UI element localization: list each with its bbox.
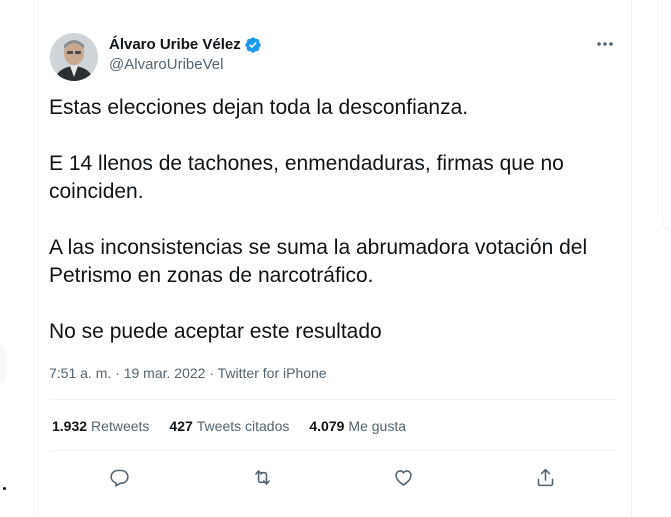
likes-label: Me gusta xyxy=(348,418,407,434)
like-icon xyxy=(394,469,412,486)
sidebar-panel-edge xyxy=(662,0,671,231)
author-name-text: Álvaro Uribe Vélez xyxy=(109,36,241,53)
share-button[interactable] xyxy=(528,460,562,494)
likes-stat[interactable]: 4.079 Me gusta xyxy=(309,417,406,435)
retweets-label: Retweets xyxy=(91,418,150,434)
tweet-time[interactable]: 7:51 a. m. xyxy=(49,365,111,381)
retweets-count: 1.932 xyxy=(52,418,88,434)
quote-tweets-count: 427 xyxy=(169,418,193,434)
quote-tweets-stat[interactable]: 427 Tweets citados xyxy=(169,417,289,435)
quote-tweets-label: Tweets citados xyxy=(196,418,290,434)
divider xyxy=(49,399,616,400)
adjacent-panel-edge xyxy=(0,345,6,385)
tweet-stats: 1.932 Retweets 427 Tweets citados 4.079 Me … xyxy=(52,417,426,435)
tweet-date[interactable]: 19 mar. 2022 xyxy=(124,365,206,381)
adjacent-dot xyxy=(3,487,6,490)
meta-separator: · xyxy=(111,365,124,381)
divider xyxy=(49,450,616,451)
tweet-paragraph: E 14 llenos de tachones, enmendaduras, f… xyxy=(49,152,564,203)
tweet-source[interactable]: Twitter for iPhone xyxy=(218,365,327,381)
reply-button[interactable] xyxy=(102,460,136,494)
avatar-image xyxy=(50,33,98,81)
author-handle[interactable]: @AlvaroUribeVel xyxy=(109,56,223,74)
verified-badge-icon xyxy=(244,36,262,54)
tweet-paragraph: Estas elecciones dejan toda la desconfia… xyxy=(49,96,469,119)
reply-icon xyxy=(109,469,129,487)
like-button[interactable] xyxy=(386,460,420,494)
share-icon xyxy=(537,468,553,486)
retweet-button[interactable] xyxy=(245,460,279,494)
tweet-paragraph: A las inconsistencias se suma la abrumad… xyxy=(49,236,588,287)
retweet-icon xyxy=(254,469,270,485)
tweet-actions xyxy=(49,460,616,494)
avatar[interactable] xyxy=(50,33,98,81)
author-name[interactable]: Álvaro Uribe Vélez xyxy=(109,36,262,54)
tweet-text: Estas elecciones dejan toda la desconfia… xyxy=(49,94,619,374)
retweets-stat[interactable]: 1.932 Retweets xyxy=(52,417,149,435)
tweet-metadata: 7:51 a. m. · 19 mar. 2022 · Twitter for … xyxy=(49,364,327,382)
meta-separator: · xyxy=(205,365,218,381)
likes-count: 4.079 xyxy=(309,418,345,434)
more-options-icon[interactable] xyxy=(594,34,616,54)
tweet-paragraph: No se puede aceptar este resultado xyxy=(49,320,382,343)
